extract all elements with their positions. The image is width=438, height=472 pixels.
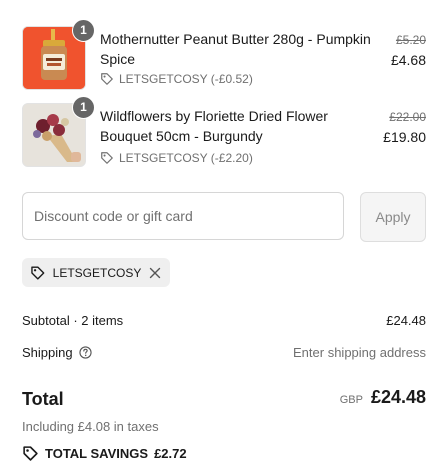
product-name: Mothernutter Peanut Butter 280g - Pumpki…: [100, 31, 371, 67]
item-price: £19.80: [383, 129, 426, 145]
quantity-badge: 1: [72, 96, 95, 119]
subtotal-row: Subtotal · 2 items £24.48: [22, 313, 426, 328]
tag-icon: [31, 265, 45, 280]
tag-icon: [101, 152, 113, 164]
total-row: Total GBP £24.48: [22, 387, 426, 413]
item-price: £4.68: [390, 52, 426, 68]
total-amount-group: GBP £24.48: [340, 387, 426, 408]
line-item: 1 Wildflowers by Floriette Dried Flower …: [22, 96, 426, 169]
total-savings: TOTAL SAVINGS £2.72: [22, 445, 187, 462]
applied-code-label: LETSGETCOSY: [52, 265, 142, 280]
apply-button[interactable]: Apply: [360, 192, 426, 242]
shipping-label: Shipping: [22, 345, 73, 360]
savings-label: TOTAL SAVINGS: [45, 446, 149, 461]
line-item: 1 Mothernutter Peanut Butter 280g - Pump…: [22, 19, 426, 92]
quantity-badge: 1: [72, 19, 95, 42]
savings-value: £2.72: [154, 446, 187, 461]
item-discount: LETSGETCOSY (-£2.20): [100, 151, 253, 165]
total-label: Total: [22, 389, 64, 409]
item-discount-label: LETSGETCOSY (-£0.52): [119, 72, 253, 86]
currency-code: GBP: [339, 394, 363, 406]
discount-form: Apply: [22, 192, 426, 242]
item-discount-label: LETSGETCOSY (-£2.20): [119, 151, 253, 165]
taxes-note: Including £4.08 in taxes: [22, 419, 159, 434]
total-amount: £24.48: [370, 387, 426, 407]
question-circle-icon[interactable]: [78, 346, 92, 359]
subtotal-label: Subtotal · 2 items: [22, 313, 124, 328]
applied-discount-tag: LETSGETCOSY: [22, 258, 170, 287]
original-price: £5.20: [395, 33, 426, 47]
shipping-row: Shipping Enter shipping address: [22, 345, 426, 360]
discount-code-input[interactable]: [22, 192, 344, 240]
order-summary: 1 Mothernutter Peanut Butter 280g - Pump…: [0, 0, 438, 472]
original-price: £22.00: [389, 110, 426, 124]
shipping-value: Enter shipping address: [293, 345, 426, 360]
subtotal-value: £24.48: [386, 313, 426, 328]
item-discount: LETSGETCOSY (-£0.52): [100, 72, 253, 86]
tag-icon: [101, 73, 113, 85]
tag-icon: [23, 446, 38, 461]
remove-discount-button[interactable]: [148, 266, 162, 280]
close-icon: [149, 267, 161, 278]
product-name: Wildflowers by Floriette Dried Flower Bo…: [100, 108, 328, 144]
